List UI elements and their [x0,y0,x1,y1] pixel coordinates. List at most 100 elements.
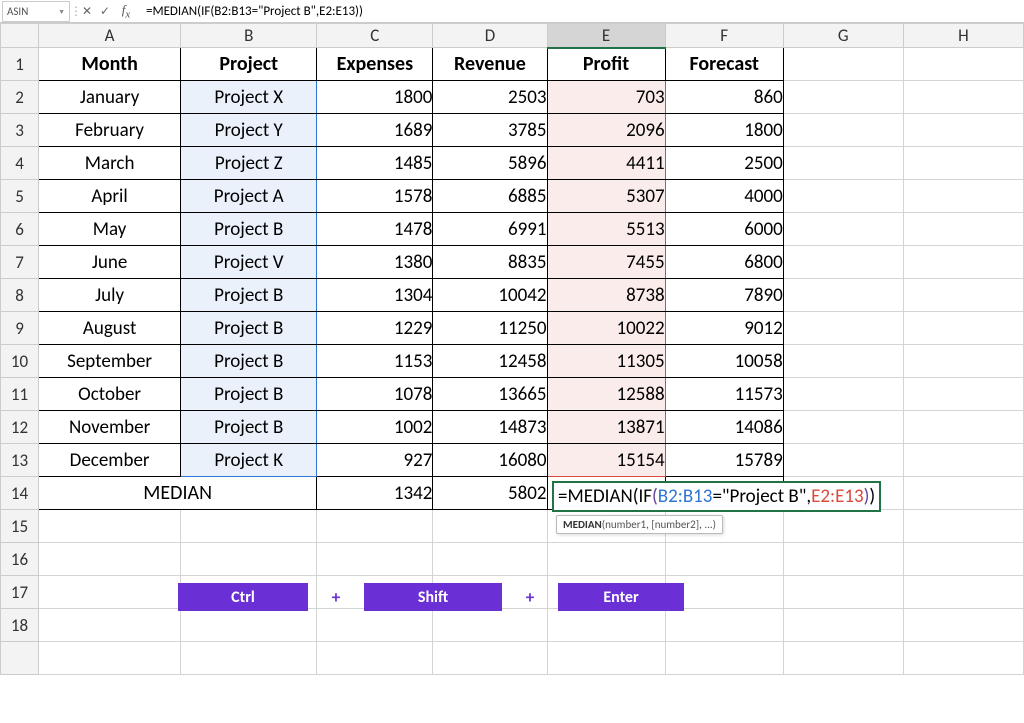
cell[interactable] [39,576,181,609]
cell[interactable]: Project X [181,81,317,114]
formula-bar-input[interactable]: =MEDIAN(IF(B2:B13="Project B",E2:E13)) [138,4,1024,19]
cell[interactable]: 1002 [317,411,433,444]
cell[interactable]: 12588 [547,378,665,411]
cancel-formula-icon[interactable]: ✕ [78,4,96,19]
cell[interactable] [547,609,665,642]
col-header[interactable]: C [317,24,433,48]
cell[interactable] [903,81,1023,114]
cell[interactable] [903,48,1023,81]
cell[interactable]: 5307 [547,180,665,213]
cell[interactable] [903,609,1023,642]
cell[interactable]: 8738 [547,279,665,312]
row-header[interactable]: 1 [1,48,39,81]
cell[interactable]: 1229 [317,312,433,345]
cell[interactable]: 1800 [665,114,783,147]
cell[interactable]: 5513 [547,213,665,246]
cell[interactable] [783,444,903,477]
select-all-corner[interactable] [1,24,39,48]
cell[interactable]: 1304 [317,279,433,312]
cell[interactable]: 14873 [433,411,547,444]
cell[interactable]: Project B [181,279,317,312]
cell[interactable]: November [39,411,181,444]
cell[interactable]: 703 [547,81,665,114]
cell[interactable]: 7890 [665,279,783,312]
cell[interactable] [903,147,1023,180]
cell[interactable]: Month [39,48,181,81]
cell[interactable]: 1689 [317,114,433,147]
cell[interactable] [783,279,903,312]
cell[interactable]: 11305 [547,345,665,378]
cell[interactable] [783,180,903,213]
cell[interactable]: 2096 [547,114,665,147]
row-header[interactable]: 9 [1,312,39,345]
cell[interactable] [903,411,1023,444]
cell[interactable]: 8835 [433,246,547,279]
cell[interactable]: Project B [181,312,317,345]
cell[interactable]: Profit [547,48,665,81]
cell[interactable] [903,312,1023,345]
cell[interactable] [433,642,547,675]
cell[interactable] [783,576,903,609]
cell[interactable] [39,609,181,642]
cell[interactable] [317,642,433,675]
cell[interactable] [903,576,1023,609]
cell[interactable] [783,81,903,114]
row-header[interactable]: 14 [1,477,39,510]
cell[interactable]: 4000 [665,180,783,213]
cell[interactable]: 1485 [317,147,433,180]
cell[interactable]: 860 [665,81,783,114]
cell[interactable]: 15154 [547,444,665,477]
cell[interactable] [783,48,903,81]
cell[interactable] [547,642,665,675]
cell[interactable]: 5896 [433,147,547,180]
cell[interactable]: Project Z [181,147,317,180]
col-header[interactable]: H [903,24,1023,48]
cell[interactable] [181,543,317,576]
cell[interactable] [39,510,181,543]
name-box[interactable]: ASIN ▼ [2,1,70,22]
row-header[interactable]: 6 [1,213,39,246]
row-header[interactable]: 11 [1,378,39,411]
cell[interactable]: 927 [317,444,433,477]
col-header[interactable]: G [783,24,903,48]
cell[interactable] [665,543,783,576]
row-header[interactable]: 15 [1,510,39,543]
cell-edit-overlay[interactable]: =MEDIAN(IF(B2:B13="Project B",E2:E13)) [552,481,881,512]
cell[interactable]: Forecast [665,48,783,81]
cell[interactable] [783,609,903,642]
row-header[interactable]: 16 [1,543,39,576]
cell[interactable] [783,378,903,411]
cell[interactable] [783,510,903,543]
cell[interactable] [39,543,181,576]
cell[interactable]: March [39,147,181,180]
cell[interactable]: 3785 [433,114,547,147]
cell[interactable] [181,609,317,642]
cell[interactable] [317,543,433,576]
cell[interactable]: January [39,81,181,114]
cell[interactable]: 6885 [433,180,547,213]
cell[interactable]: 11573 [665,378,783,411]
cell[interactable] [783,246,903,279]
cell[interactable] [903,246,1023,279]
chevron-down-icon[interactable]: ▼ [58,7,65,16]
col-header[interactable]: B [181,24,317,48]
cell[interactable] [783,114,903,147]
cell[interactable] [903,543,1023,576]
fx-icon[interactable]: fx [114,2,138,21]
cell[interactable]: 14086 [665,411,783,444]
cell[interactable]: February [39,114,181,147]
cell[interactable]: 15789 [665,444,783,477]
cell[interactable] [665,642,783,675]
cell[interactable] [433,510,547,543]
cell[interactable]: 12458 [433,345,547,378]
cell[interactable] [783,411,903,444]
row-header[interactable]: 13 [1,444,39,477]
cell[interactable]: June [39,246,181,279]
cell[interactable] [903,213,1023,246]
cell[interactable] [903,345,1023,378]
cell[interactable]: 1342 [317,477,433,510]
cell[interactable] [783,345,903,378]
row-header[interactable]: 10 [1,345,39,378]
cell[interactable]: 1478 [317,213,433,246]
cell[interactable]: 5802 [433,477,547,510]
